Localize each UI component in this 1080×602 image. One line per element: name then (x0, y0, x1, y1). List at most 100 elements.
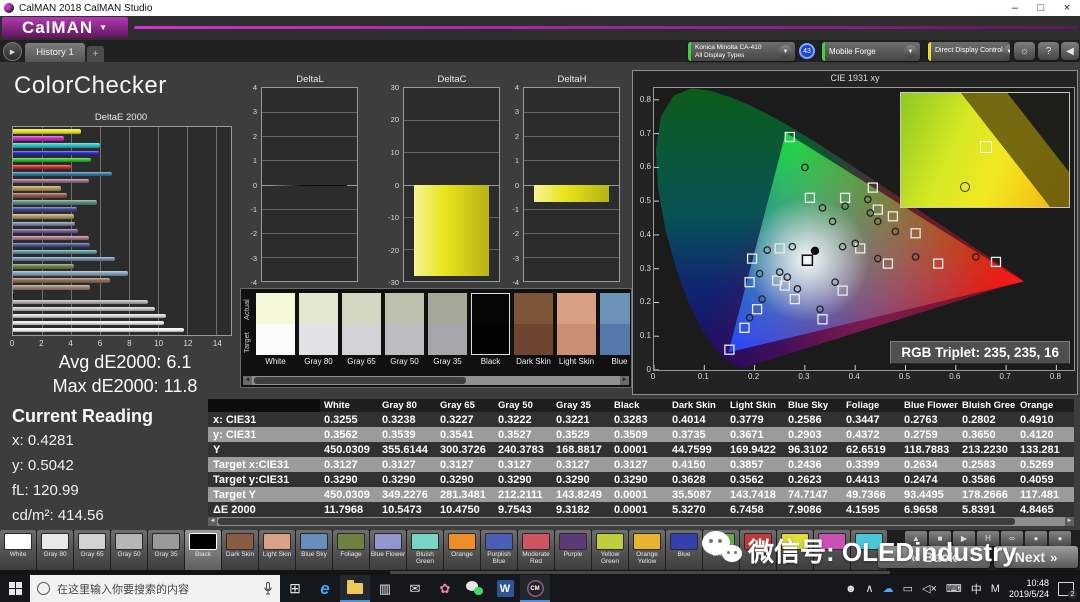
scrollbar-thumb[interactable] (390, 571, 890, 574)
control-name: Direct Display Control (935, 47, 1003, 55)
table-cell: 49.7366 (842, 489, 900, 501)
help-button[interactable]: ? (1038, 42, 1059, 60)
meter-selector[interactable]: Konica Minolta CA-410 All Display Types … (688, 42, 795, 61)
tab-history-1[interactable]: History 1 (25, 43, 85, 62)
patch-tile-purple[interactable]: Purple (555, 530, 591, 570)
results-table: WhiteGray 80Gray 65Gray 50Gray 35BlackDa… (208, 399, 1074, 517)
play-button[interactable]: ▶ (3, 42, 22, 61)
patch-tile-orange[interactable]: Orange (444, 530, 480, 570)
deltae-bar (13, 136, 64, 141)
maximize-button[interactable]: □ (1028, 0, 1054, 16)
taskbar-app-task-view[interactable]: ⊞ (280, 575, 310, 602)
deltal-chart: DeltaL 43210-1-2-3-4 (244, 74, 360, 286)
patch-tile-light-skin[interactable]: Light Skin (259, 530, 295, 570)
taskbar-app-store[interactable]: ▥ (370, 575, 400, 602)
taskbar-app-word[interactable]: W (490, 575, 520, 602)
transport-button[interactable]: ▲ (905, 531, 927, 546)
patch-tile-white[interactable]: White (0, 530, 36, 570)
patch-tile-moderate-red[interactable]: Moderate Red (518, 530, 554, 570)
start-button[interactable] (0, 575, 30, 602)
table-cell: 0.3586 (958, 474, 1016, 486)
collapse-panel-button[interactable]: ◀ (1061, 42, 1079, 60)
swatch-gray-35: Gray 35 (428, 293, 467, 373)
transport-button[interactable]: ■ (929, 531, 951, 546)
patch-tile-dark-skin[interactable]: Dark Skin (222, 530, 258, 570)
tray-ime-mode-icon[interactable]: M (991, 583, 1000, 595)
gridline (524, 160, 619, 161)
patch-tile-foliage[interactable]: Foliage (333, 530, 369, 570)
tray-touch-keyboard-icon[interactable]: ⌨ (946, 582, 962, 595)
scroll-right-icon[interactable]: ► (1065, 517, 1074, 526)
display-control-selector[interactable]: Direct Display Control ▼ (928, 42, 1010, 61)
taskbar-app-edge[interactable]: e (310, 575, 340, 602)
settings-button[interactable]: ☼ (1014, 42, 1035, 60)
tray-onedrive-icon[interactable]: ☁ (883, 582, 894, 595)
taskbar-app-calman[interactable]: CM (520, 575, 550, 602)
patch-tile-gray-80[interactable]: Gray 80 (37, 530, 73, 570)
scrollbar-thumb[interactable] (218, 518, 1015, 525)
patch-tile-blue[interactable]: Blue (666, 530, 702, 570)
patch-label: Dark Skin (226, 551, 254, 558)
patch-tile-black[interactable]: Black (185, 530, 221, 570)
max-de2000: Max dE2000: 11.8 (0, 376, 250, 397)
scroll-left-icon[interactable]: ◄ (208, 517, 217, 526)
patch-tile-gray-50[interactable]: Gray 50 (111, 530, 147, 570)
patch-tile-blue-sky[interactable]: Blue Sky (296, 530, 332, 570)
scroll-left-icon[interactable]: ◄ (243, 376, 252, 385)
tray-ime-lang-icon[interactable]: 中 (971, 581, 982, 597)
next-button[interactable]: Next » (994, 546, 1078, 568)
patch-tile-bluish-green[interactable]: Bluish Green (407, 530, 443, 570)
patch-tile-orange-yellow[interactable]: Orange Yellow (629, 530, 665, 570)
meter-count-badge[interactable]: 43 (799, 43, 815, 59)
table-cell: 0.3527 (494, 429, 552, 441)
taskbar-search[interactable]: 在这里输入你要搜索的内容 (30, 575, 280, 602)
tray-volume-muted-icon[interactable]: ◁× (922, 582, 937, 595)
gridline (524, 112, 619, 113)
table-cell: 9.7543 (494, 504, 552, 516)
minimize-button[interactable]: – (1002, 0, 1028, 16)
swatch-target (600, 324, 630, 355)
patch-tile-hidden[interactable] (777, 530, 813, 570)
tray-battery-icon[interactable]: ▭ (903, 582, 913, 595)
table-cell: 62.6519 (842, 444, 900, 456)
transport-button[interactable]: ● (1025, 531, 1047, 546)
table-scrollbar[interactable]: ◄ ► (208, 517, 1074, 526)
notification-center-icon[interactable]: 2 (1058, 582, 1074, 596)
photos-app-icon: ✿ (440, 581, 451, 597)
table-cell: 0.3628 (668, 474, 726, 486)
taskbar-app-photos-app[interactable]: ✿ (430, 575, 460, 602)
tray-people-icon[interactable]: ☻ (845, 583, 857, 595)
column-header: Gray 80 (378, 400, 436, 411)
deltae-bar (13, 278, 110, 283)
patch-tile-blue-flower[interactable]: Blue Flower (370, 530, 406, 570)
transport-button[interactable]: ▶ (953, 531, 975, 546)
close-button[interactable]: × (1054, 0, 1080, 16)
scrollbar-thumb[interactable] (254, 377, 466, 384)
taskbar-app-mail[interactable]: ✉ (400, 575, 430, 602)
taskbar-clock[interactable]: 10:48 2019/5/24 (1009, 578, 1049, 600)
transport-button[interactable]: ● (1049, 531, 1071, 546)
patch-tile-purplish-blue[interactable]: Purplish Blue (481, 530, 517, 570)
taskbar-app-file-explorer[interactable] (340, 575, 370, 602)
transport-button[interactable]: H (977, 531, 999, 546)
add-tab-button[interactable]: + (87, 46, 104, 62)
patch-tile-green[interactable]: Green (703, 530, 739, 570)
patch-tile-hidden[interactable] (814, 530, 850, 570)
patch-color-chip (670, 533, 698, 550)
patch-tile-yellow-green[interactable]: Yellow Green (592, 530, 628, 570)
back-button[interactable]: « Back (878, 546, 990, 568)
table-cell: 0.3779 (726, 414, 784, 426)
transport-button[interactable]: ∞ (1001, 531, 1023, 546)
gear-icon: ☼ (1020, 46, 1029, 57)
deltae-bar (13, 285, 90, 290)
calman-logo-menu[interactable]: CalMAN ▼ (2, 17, 128, 38)
y-tick-label: 0.1 (635, 331, 651, 340)
patch-tile-gray-35[interactable]: Gray 35 (148, 530, 184, 570)
patch-tile-gray-65[interactable]: Gray 65 (74, 530, 110, 570)
tray-hidden-icons-icon[interactable]: ∧ (866, 582, 874, 595)
taskbar-app-wechat[interactable] (460, 575, 490, 602)
swatch-scrollbar[interactable]: ◄ ► (243, 376, 629, 385)
source-selector[interactable]: Mobile Forge ▼ (822, 42, 920, 61)
scroll-right-icon[interactable]: ► (620, 376, 629, 385)
patch-tile-hidden[interactable] (740, 530, 776, 570)
